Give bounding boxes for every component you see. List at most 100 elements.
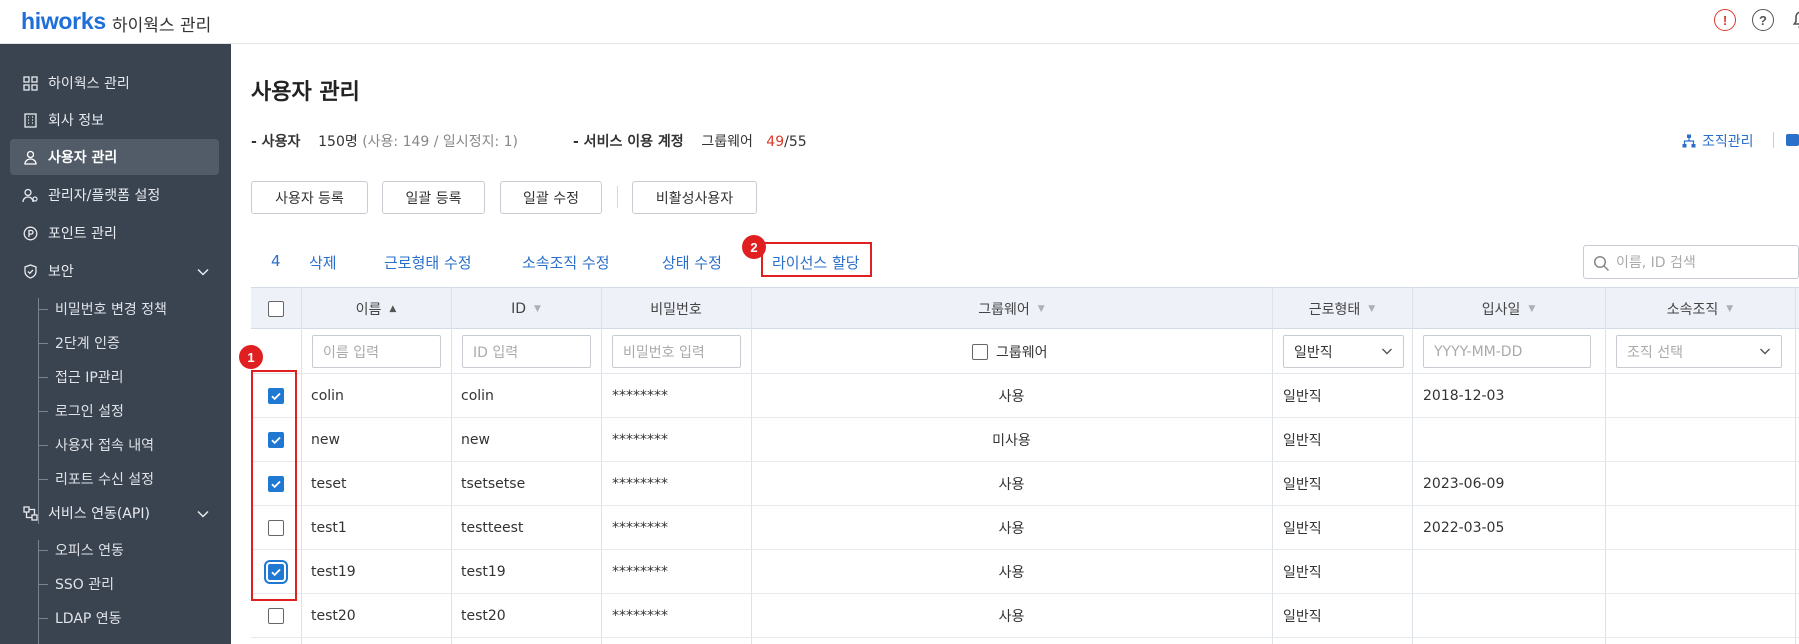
register-user-button[interactable]: 사용자 등록	[251, 181, 368, 214]
sidebar-item-label: 하이웍스 관리	[48, 76, 130, 92]
col-org-label: 소속조직	[1666, 302, 1719, 318]
license-used: 49	[766, 134, 785, 150]
cell-groupware: 사용	[998, 609, 1025, 625]
edit-org-action[interactable]: 소속조직 수정	[522, 252, 610, 273]
sidebar-item-user-management[interactable]: 사용자 관리	[10, 139, 219, 175]
cell-id: tsetsetse	[461, 476, 526, 492]
users-count: 150명	[318, 134, 358, 150]
sidebar-item-admin-platform[interactable]: 관리자/플랫폼 설정	[10, 177, 219, 213]
sidebar-item-security[interactable]: 보안	[10, 253, 219, 289]
chevron-up-icon[interactable]	[197, 506, 209, 522]
groupware-filter-checkbox[interactable]	[972, 344, 988, 360]
api-icon	[22, 505, 38, 521]
filter-row: 이름 입력 ID 입력 비밀번호 입력 그룹웨어 일반직 YYYY-MM-DD …	[251, 329, 1799, 374]
chevron-down-icon	[1759, 344, 1771, 362]
sidebar-item-label: 보안	[48, 264, 74, 280]
search-input[interactable]: 이름, ID 검색	[1583, 245, 1799, 279]
delete-action[interactable]: 삭제	[309, 252, 337, 273]
sidebar-sub-ldap[interactable]: LDAP 연동	[55, 603, 122, 633]
chevron-up-icon[interactable]	[197, 264, 209, 280]
edit-work-type-action[interactable]: 근로형태 수정	[384, 252, 472, 273]
id-filter-input[interactable]: ID 입력	[462, 335, 591, 368]
sidebar-sub-ip-management[interactable]: 접근 IP관리	[55, 362, 124, 392]
selection-highlight-box	[251, 370, 297, 601]
sidebar-sub-password-policy[interactable]: 비밀번호 변경 정책	[55, 294, 167, 324]
col-org[interactable]: 소속조직 ▼	[1605, 288, 1795, 330]
service-summary: - 서비스 이용 계정 그룹웨어 49/55	[573, 131, 807, 151]
col-id-label: ID	[511, 301, 526, 317]
chevron-down-icon	[1381, 344, 1393, 362]
col-join-date[interactable]: 입사일 ▼	[1412, 288, 1605, 330]
edit-status-action[interactable]: 상태 수정	[662, 252, 722, 273]
sidebar-sub-report-settings[interactable]: 리포트 수신 설정	[55, 464, 154, 494]
help-icon[interactable]: ?	[1752, 9, 1774, 31]
row-checkbox[interactable]	[268, 608, 284, 624]
license-highlight-box	[761, 242, 872, 277]
sidebar-item-service-api[interactable]: 서비스 연동(API)	[10, 495, 219, 531]
org-select[interactable]: 조직 선택	[1616, 335, 1782, 368]
cell-name[interactable]: colin	[311, 374, 344, 418]
col-work-type[interactable]: 근로형태 ▼	[1272, 288, 1412, 330]
admin-users-icon	[22, 187, 38, 203]
table-row[interactable]: test20 test20 ******** 사용 일반직	[251, 594, 1799, 638]
bell-icon[interactable]	[1790, 9, 1799, 31]
alert-icon[interactable]: !	[1714, 9, 1736, 31]
cell-work-type: 일반직	[1283, 477, 1322, 493]
org-management-link[interactable]: 조직관리	[1682, 131, 1754, 151]
sidebar-item-points[interactable]: 포인트 관리	[10, 215, 219, 251]
user-icon	[22, 149, 38, 165]
hiworks-logo[interactable]: hiworks	[21, 8, 106, 35]
select-all-cell	[251, 288, 301, 330]
cell-id: test19	[461, 564, 506, 580]
name-filter-input[interactable]: 이름 입력	[312, 335, 441, 368]
sidebar-sub-office-link[interactable]: 오피스 연동	[55, 535, 124, 565]
org-link-label: 조직관리	[1702, 134, 1754, 150]
join-date-filter-input[interactable]: YYYY-MM-DD	[1423, 335, 1591, 368]
card-icon[interactable]	[1786, 134, 1799, 146]
cell-name[interactable]: test19	[311, 550, 356, 594]
sidebar-sub-login-settings[interactable]: 로그인 설정	[55, 396, 124, 426]
tree-line	[38, 540, 39, 644]
cell-join-date: 2022-03-05	[1423, 520, 1505, 536]
sort-asc-icon: ▲	[389, 304, 397, 314]
cell-name[interactable]: test20	[311, 594, 356, 638]
col-groupware[interactable]: 그룹웨어 ▼	[751, 288, 1272, 330]
cell-name[interactable]: new	[311, 418, 340, 462]
cell-work-type: 일반직	[1283, 433, 1322, 449]
col-password: 비밀번호	[601, 288, 751, 330]
select-all-checkbox[interactable]	[268, 301, 284, 317]
sidebar-item-company-info[interactable]: 회사 정보	[10, 102, 219, 138]
sidebar-item-label: 포인트 관리	[48, 226, 117, 242]
sidebar-sub-2fa[interactable]: 2단계 인증	[55, 328, 120, 358]
col-name[interactable]: 이름 ▲	[301, 288, 451, 330]
work-type-select[interactable]: 일반직	[1283, 335, 1404, 368]
sidebar-item-hiworks-admin[interactable]: 하이웍스 관리	[10, 65, 219, 101]
col-name-label: 이름	[355, 302, 382, 318]
sidebar: 하이웍스 관리 회사 정보 사용자 관리 관리자/플랫폼 설정 포인트 관리 보…	[0, 44, 231, 644]
col-password-label: 비밀번호	[650, 302, 702, 318]
inactive-users-button[interactable]: 비활성사용자	[632, 181, 757, 214]
cell-name[interactable]: teset	[311, 462, 347, 506]
sidebar-sub-access-history[interactable]: 사용자 접속 내역	[55, 430, 154, 460]
table-row[interactable]: new new ******** 미사용 일반직	[251, 418, 1799, 462]
table-row[interactable]: colin colin ******** 사용 일반직 2018-12-03	[251, 374, 1799, 418]
button-divider	[617, 186, 618, 208]
table-row[interactable]: teset tsetsetse ******** 사용 일반직 2023-06-09	[251, 462, 1799, 506]
cell-name[interactable]: test1	[311, 506, 347, 550]
password-filter-input[interactable]: 비밀번호 입력	[612, 335, 741, 368]
table-row[interactable]: test1 testteest ******** 사용 일반직 2022-03-05	[251, 506, 1799, 550]
sidebar-sub-sso[interactable]: SSO 관리	[55, 569, 114, 599]
cell-work-type: 일반직	[1283, 389, 1322, 405]
building-icon	[22, 112, 38, 128]
col-groupware-label: 그룹웨어	[978, 302, 1030, 318]
groupware-filter[interactable]: 그룹웨어	[972, 342, 1048, 362]
cell-groupware: 사용	[998, 389, 1025, 405]
cell-groupware: 사용	[998, 477, 1025, 493]
sidebar-item-label: 서비스 연동(API)	[48, 506, 150, 522]
bulk-edit-button[interactable]: 일괄 수정	[500, 181, 602, 214]
table-row[interactable]: test19 test19 ******** 사용 일반직	[251, 550, 1799, 594]
bulk-register-button[interactable]: 일괄 등록	[382, 181, 485, 214]
org-chart-icon	[1682, 134, 1696, 148]
col-id[interactable]: ID ▼	[451, 288, 601, 330]
selected-count: 4	[271, 252, 281, 270]
